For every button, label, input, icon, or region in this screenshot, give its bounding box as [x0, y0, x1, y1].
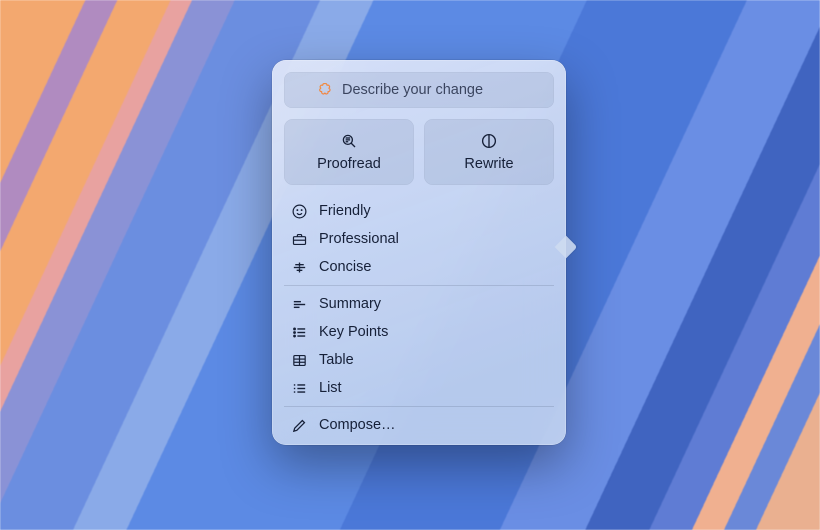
menu-item-table[interactable]: Table	[284, 346, 554, 374]
table-icon	[290, 352, 308, 369]
rewrite-label: Rewrite	[464, 156, 513, 172]
rewrite-icon	[480, 132, 498, 150]
menu-item-list[interactable]: List	[284, 374, 554, 402]
menu-item-label: Summary	[319, 296, 381, 312]
menu-item-label: Compose…	[319, 417, 396, 433]
action-buttons-row: Proofread Rewrite	[284, 119, 554, 185]
rewrite-button[interactable]: Rewrite	[424, 119, 554, 185]
menu-item-key-points[interactable]: Key Points	[284, 318, 554, 346]
concise-icon	[290, 259, 308, 276]
pencil-icon	[290, 417, 308, 434]
menu-item-label: Friendly	[319, 203, 371, 219]
proofread-button[interactable]: Proofread	[284, 119, 414, 185]
describe-change-field[interactable]	[284, 72, 554, 108]
menu-item-label: Key Points	[319, 324, 388, 340]
compose-section: Compose…	[284, 406, 554, 439]
tone-section: Friendly Professional	[284, 193, 554, 281]
apple-intelligence-icon	[316, 82, 334, 99]
briefcase-icon	[290, 231, 308, 248]
menu-item-label: Table	[319, 352, 354, 368]
smiley-icon	[290, 203, 308, 220]
writing-tools-panel: Proofread Rewrite Friendly	[272, 60, 566, 445]
menu-item-compose[interactable]: Compose…	[284, 411, 554, 439]
menu-item-professional[interactable]: Professional	[284, 225, 554, 253]
format-section: Summary Key Points Table	[284, 285, 554, 402]
bullet-list-icon	[290, 324, 308, 341]
numbered-list-icon	[290, 380, 308, 397]
magnifying-glass-icon	[340, 132, 358, 150]
menu-item-label: List	[319, 380, 342, 396]
menu-item-label: Concise	[319, 259, 371, 275]
summary-icon	[290, 296, 308, 313]
proofread-label: Proofread	[317, 156, 381, 172]
menu-item-label: Professional	[319, 231, 399, 247]
menu-item-summary[interactable]: Summary	[284, 290, 554, 318]
describe-change-input[interactable]	[342, 82, 522, 98]
menu-item-concise[interactable]: Concise	[284, 253, 554, 281]
menu-item-friendly[interactable]: Friendly	[284, 197, 554, 225]
